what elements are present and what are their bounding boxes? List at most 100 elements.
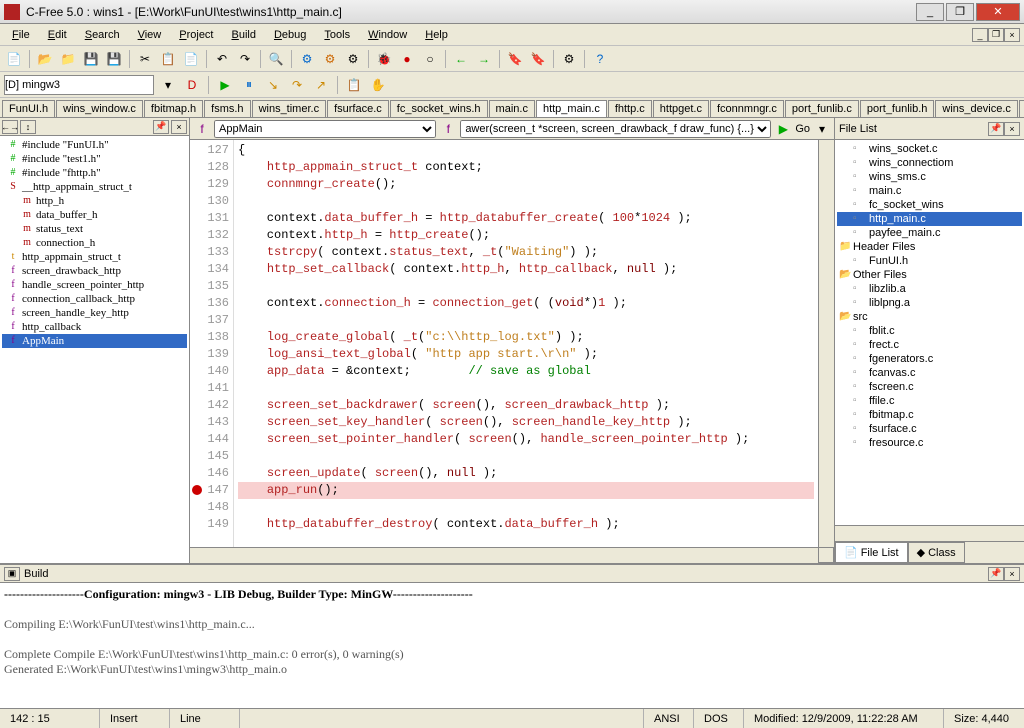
file-list-item[interactable]: ▫fbitmap.c [837, 408, 1022, 422]
nav-back-button[interactable]: ← [451, 49, 471, 69]
outline-item[interactable]: fconnection_callback_http [2, 292, 187, 306]
menu-search[interactable]: Search [77, 27, 128, 43]
bookmark-next-button[interactable]: 🔖 [528, 49, 548, 69]
go-dropdown[interactable]: ▾ [812, 119, 832, 139]
document-tab[interactable]: FunUI.h [2, 100, 55, 117]
outline-item[interactable]: fscreen_drawback_http [2, 264, 187, 278]
outline-item[interactable]: fscreen_handle_key_http [2, 306, 187, 320]
document-tab[interactable]: win [1019, 100, 1024, 117]
document-tab[interactable]: fsms.h [204, 100, 250, 117]
scope-combo[interactable]: AppMain [214, 120, 436, 138]
breakpoint-button[interactable]: ● [397, 49, 417, 69]
menu-tools[interactable]: Tools [316, 27, 358, 43]
undo-button[interactable]: ↶ [212, 49, 232, 69]
member-combo[interactable]: awer(screen_t *screen, screen_drawback_f… [460, 120, 771, 138]
minimize-button[interactable]: _ [916, 3, 944, 21]
file-list-item[interactable]: ▫main.c [837, 184, 1022, 198]
outline-item[interactable]: mconnection_h [2, 236, 187, 250]
save-all-button[interactable]: 💾 [104, 49, 124, 69]
file-list-item[interactable]: ▫fscreen.c [837, 380, 1022, 394]
document-tab[interactable]: port_funlib.c [785, 100, 859, 117]
file-list-item[interactable]: ▫wins_sms.c [837, 170, 1022, 184]
document-tab[interactable]: port_funlib.h [860, 100, 935, 117]
redo-button[interactable]: ↷ [235, 49, 255, 69]
outline-collapse-button[interactable]: ←→ [2, 120, 18, 134]
outline-tree[interactable]: ##include "FunUI.h"##include "test1.h"##… [0, 136, 189, 563]
mdi-close-button[interactable]: × [1004, 28, 1020, 42]
document-tab[interactable]: fhttp.c [608, 100, 652, 117]
build-toggle-button[interactable]: ▣ [4, 567, 20, 581]
step-over-button[interactable]: ↷ [287, 75, 307, 95]
document-tab[interactable]: wins_device.c [935, 100, 1017, 117]
step-into-button[interactable]: ↘ [263, 75, 283, 95]
document-tab[interactable]: fc_socket_wins.h [390, 100, 488, 117]
menu-help[interactable]: Help [417, 27, 456, 43]
step-out-button[interactable]: ↗ [311, 75, 331, 95]
vertical-scrollbar[interactable] [818, 140, 834, 547]
menu-debug[interactable]: Debug [266, 27, 314, 43]
save-button[interactable]: 💾 [81, 49, 101, 69]
menu-file[interactable]: File [4, 27, 38, 43]
menu-project[interactable]: Project [171, 27, 221, 43]
file-list-item[interactable]: ▫payfee_main.c [837, 226, 1022, 240]
outline-item[interactable]: mhttp_h [2, 194, 187, 208]
open-button[interactable]: 📂 [35, 49, 55, 69]
document-tab[interactable]: http_main.c [536, 100, 607, 117]
right-panel-tab[interactable]: 📄File List [835, 542, 908, 563]
open-project-button[interactable]: 📁 [58, 49, 78, 69]
line-gutter[interactable]: 1271281291301311321331341351361371381391… [190, 140, 234, 547]
config-combo[interactable] [4, 75, 154, 95]
output-button[interactable]: 📋 [344, 75, 364, 95]
outline-item[interactable]: ##include "FunUI.h" [2, 138, 187, 152]
file-list-item[interactable]: ▫wins_connectiom [837, 156, 1022, 170]
outline-item[interactable]: ##include "test1.h" [2, 152, 187, 166]
close-button[interactable]: ✕ [976, 3, 1020, 21]
outline-item[interactable]: fAppMain [2, 334, 187, 348]
build-close-button[interactable]: × [1004, 567, 1020, 581]
breakpoint-icon[interactable] [192, 485, 202, 495]
build-pin-button[interactable]: 📌 [988, 567, 1004, 581]
copy-button[interactable]: 📋 [158, 49, 178, 69]
go-button[interactable]: Go [795, 123, 810, 135]
outline-item[interactable]: thttp_appmain_struct_t [2, 250, 187, 264]
build-output[interactable]: --------------------Configuration: mingw… [0, 583, 1024, 708]
file-list-item[interactable]: ▫fcanvas.c [837, 366, 1022, 380]
file-list-item[interactable]: ▫fc_socket_wins [837, 198, 1022, 212]
file-list-tree[interactable]: ▫wins_socket.c▫wins_connectiom▫wins_sms.… [835, 140, 1024, 525]
mdi-restore-button[interactable]: ❐ [988, 28, 1004, 42]
config-edit-button[interactable]: D [182, 75, 202, 95]
maximize-button[interactable]: ❐ [946, 3, 974, 21]
outline-sort-button[interactable]: ↕ [20, 120, 36, 134]
document-tab[interactable]: httpget.c [653, 100, 709, 117]
rebuild-button[interactable]: ⚙ [343, 49, 363, 69]
file-list-item[interactable]: ▫fresource.c [837, 436, 1022, 450]
document-tab[interactable]: fconnmngr.c [710, 100, 784, 117]
bookmark-button[interactable]: 🔖 [505, 49, 525, 69]
outline-item[interactable]: mstatus_text [2, 222, 187, 236]
file-list-item[interactable]: ▫fblit.c [837, 324, 1022, 338]
run-button[interactable]: ▶ [215, 75, 235, 95]
compile-button[interactable]: ⚙ [297, 49, 317, 69]
outline-item[interactable]: ##include "fhttp.h" [2, 166, 187, 180]
outline-item[interactable]: S__http_appmain_struct_t [2, 180, 187, 194]
settings-button[interactable]: ⚙ [559, 49, 579, 69]
menu-edit[interactable]: Edit [40, 27, 75, 43]
file-list-item[interactable]: ▫libzlib.a [837, 282, 1022, 296]
file-list-item[interactable]: ▫FunUI.h [837, 254, 1022, 268]
cut-button[interactable]: ✂ [135, 49, 155, 69]
document-tab[interactable]: fsurface.c [327, 100, 389, 117]
document-tab[interactable]: wins_timer.c [252, 100, 327, 117]
menu-window[interactable]: Window [360, 27, 415, 43]
file-list-item[interactable]: 📂Other Files [837, 268, 1022, 282]
horizontal-scrollbar[interactable] [234, 547, 818, 563]
file-list-item[interactable]: ▫ffile.c [837, 394, 1022, 408]
nav-forward-button[interactable]: → [474, 49, 494, 69]
menu-build[interactable]: Build [224, 27, 264, 43]
file-list-item[interactable]: ▫fsurface.c [837, 422, 1022, 436]
file-list-item[interactable]: ▫frect.c [837, 338, 1022, 352]
outline-pin-button[interactable]: 📌 [153, 120, 169, 134]
file-list-close-button[interactable]: × [1004, 122, 1020, 136]
file-list-item[interactable]: ▫http_main.c [837, 212, 1022, 226]
breakpoint-clear-button[interactable]: ○ [420, 49, 440, 69]
code-editor[interactable]: { http_appmain_struct_t context; connmng… [234, 140, 818, 547]
